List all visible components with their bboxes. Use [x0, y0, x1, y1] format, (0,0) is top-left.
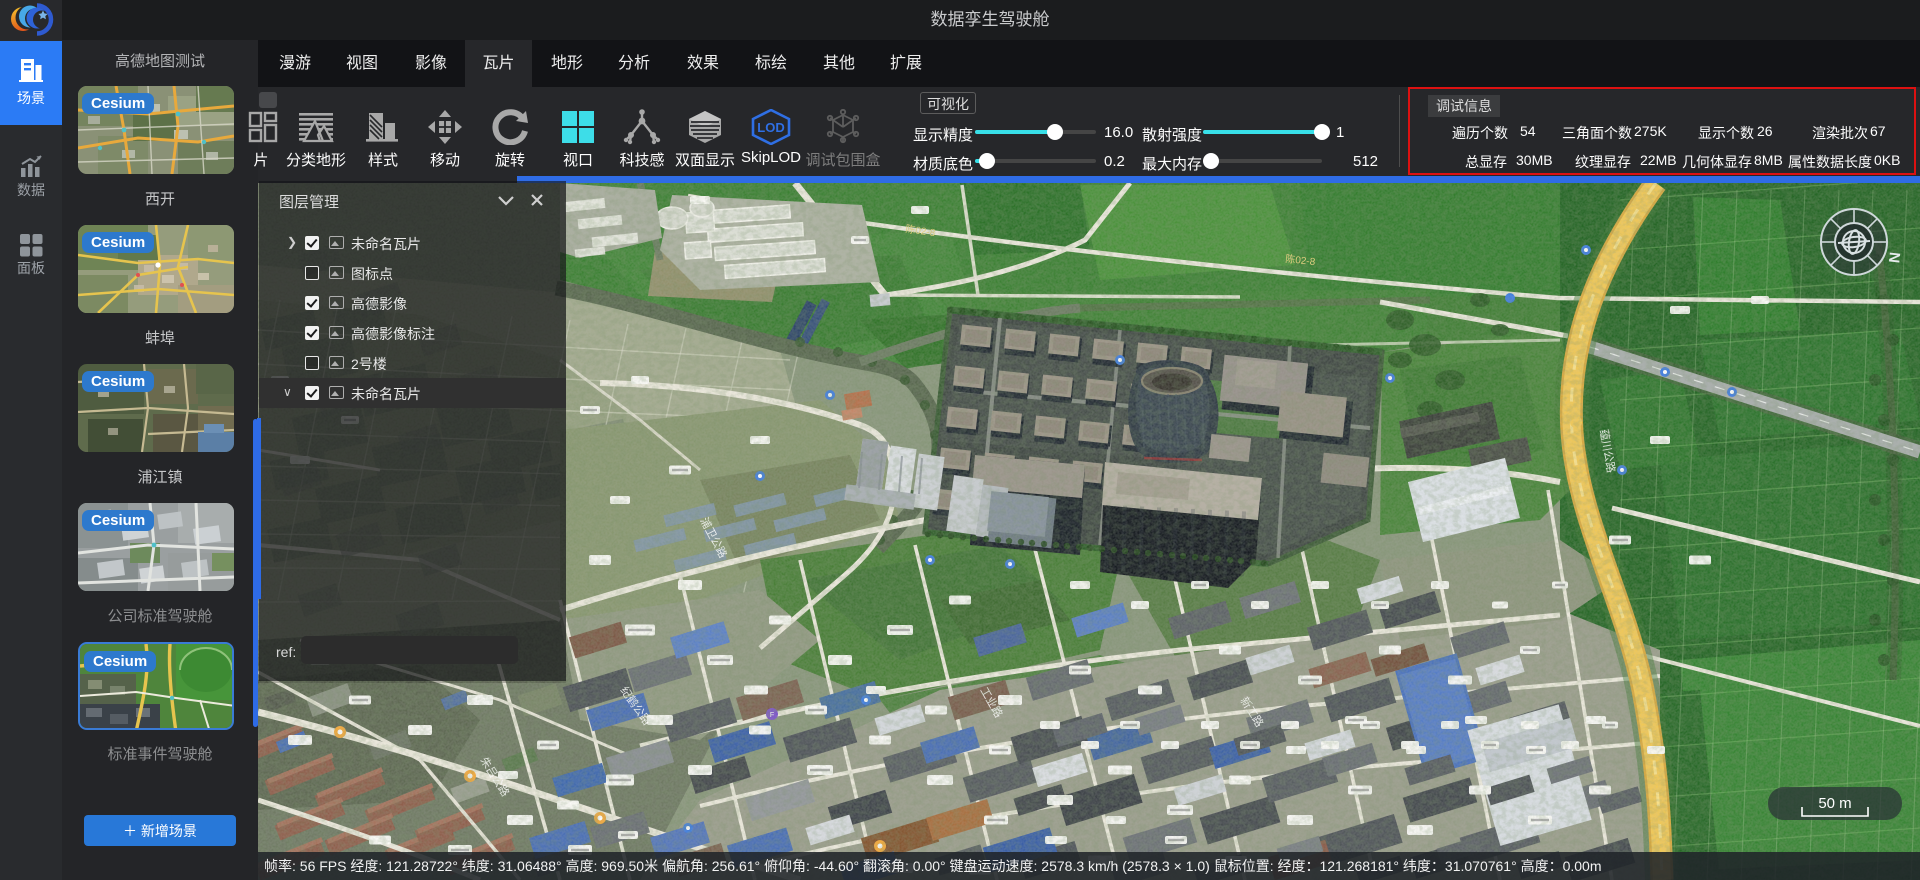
svg-text:LOD: LOD [757, 120, 784, 135]
svg-text:N: N [1885, 251, 1903, 264]
svg-text:50 m: 50 m [1818, 795, 1851, 812]
